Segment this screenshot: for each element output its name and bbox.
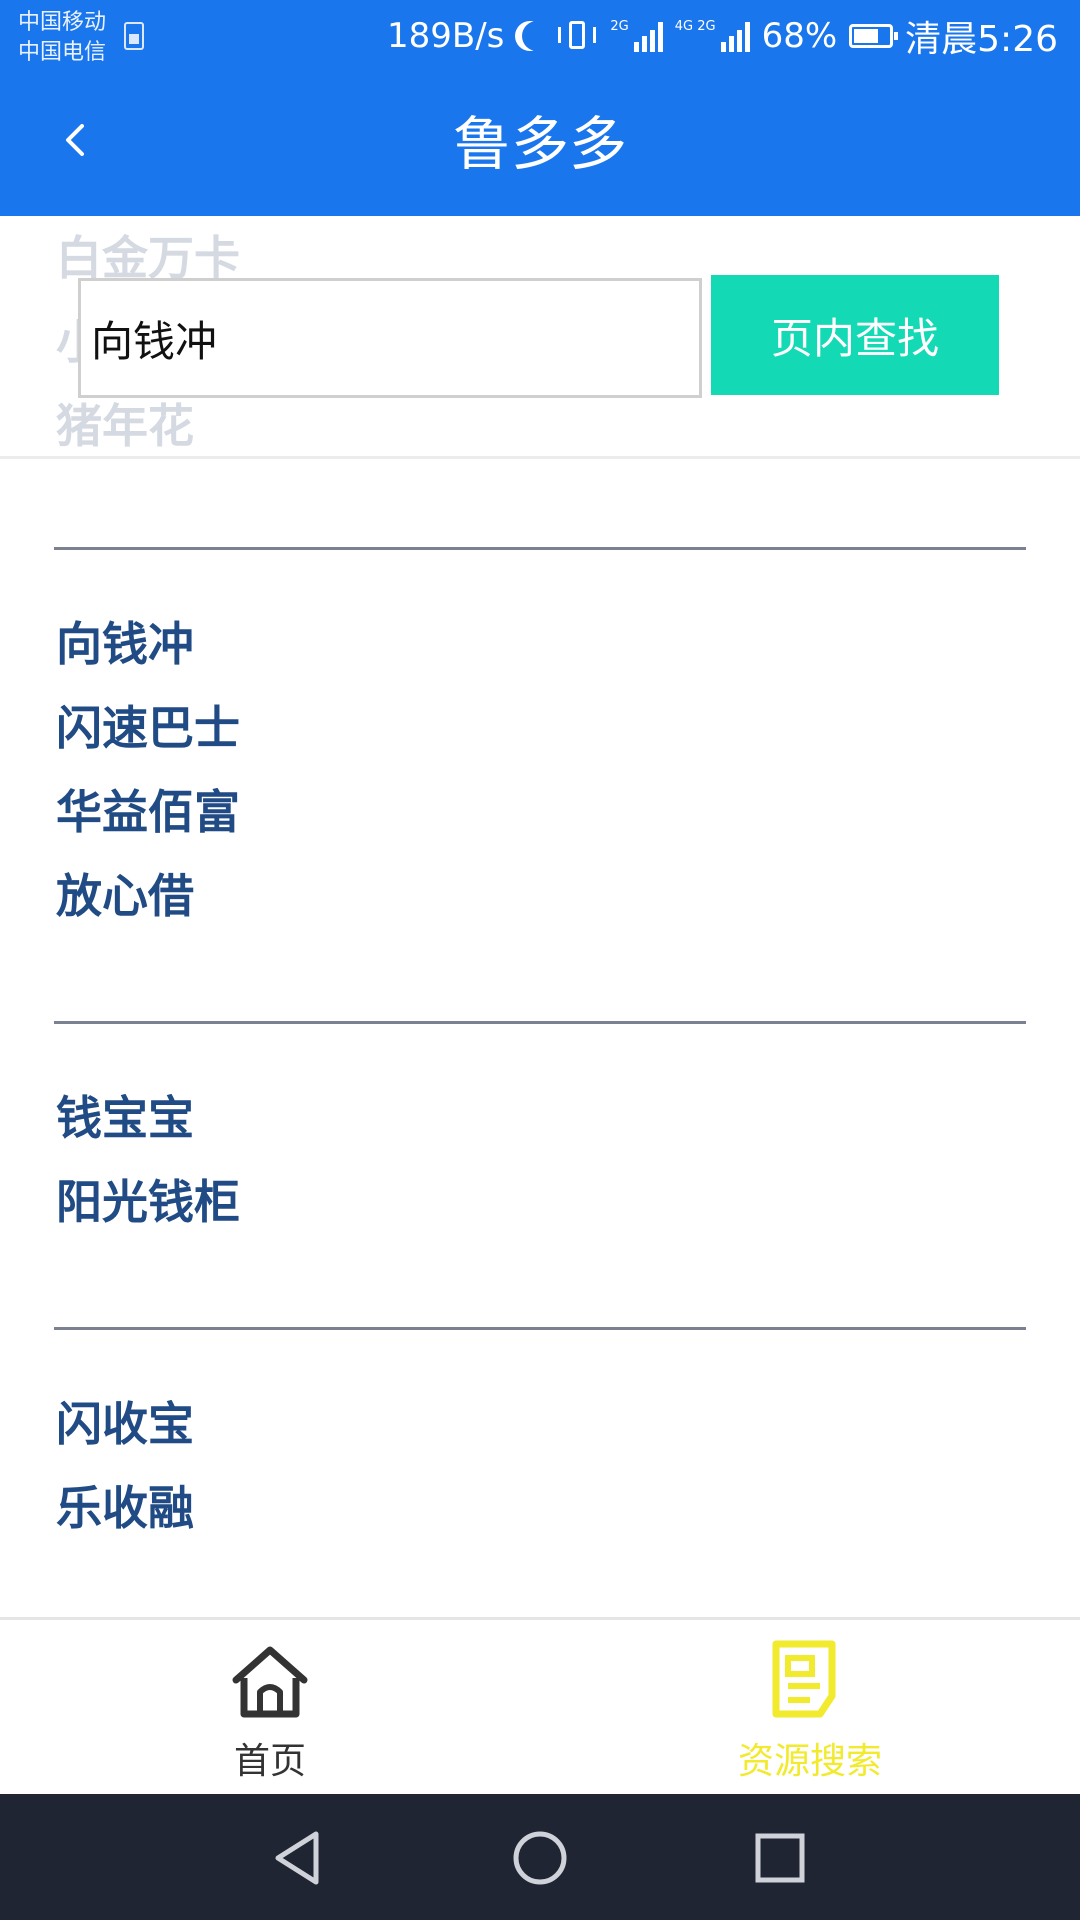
list-item[interactable]: 乐收融 bbox=[56, 1466, 194, 1550]
document-icon bbox=[772, 1640, 836, 1718]
list-item[interactable]: 放心借 bbox=[56, 854, 240, 938]
carrier-1: 中国移动 bbox=[18, 10, 107, 35]
signal-2-label: 4G 2G bbox=[674, 19, 716, 34]
group-divider bbox=[54, 1327, 1026, 1330]
battery-percent: 68% bbox=[761, 16, 838, 56]
search-separator bbox=[0, 456, 1080, 459]
group-divider bbox=[54, 1021, 1026, 1024]
platform-group: 向钱冲 闪速巴士 华益佰富 放心借 bbox=[56, 602, 240, 938]
list-item[interactable]: 钱宝宝 bbox=[56, 1076, 240, 1160]
carrier-2: 中国电信 bbox=[18, 40, 107, 65]
list-item[interactable]: 向钱冲 bbox=[56, 602, 240, 686]
sim-card-icon bbox=[124, 22, 144, 50]
back-triangle-icon[interactable] bbox=[268, 1828, 328, 1888]
find-in-page-button[interactable]: 页内查找 bbox=[711, 275, 999, 395]
group-divider bbox=[54, 547, 1026, 550]
list-item[interactable]: 华益佰富 bbox=[56, 770, 240, 854]
signal-1-icon: 2G bbox=[610, 19, 663, 52]
home-icon bbox=[232, 1646, 308, 1718]
bottom-nav-border bbox=[0, 1617, 1080, 1620]
nav-home[interactable]: 首页 bbox=[140, 1640, 400, 1782]
nav-resource-search[interactable]: 资源搜索 bbox=[680, 1640, 940, 1782]
list-item[interactable]: 阳光钱柜 bbox=[56, 1160, 240, 1244]
carrier-info: 中国移动 中国电信 bbox=[18, 8, 106, 68]
battery-icon bbox=[849, 24, 899, 48]
platform-group: 闪收宝 乐收融 bbox=[56, 1382, 194, 1550]
search-input[interactable] bbox=[78, 278, 702, 398]
system-nav-bar bbox=[0, 1794, 1080, 1920]
status-bar: 中国移动 中国电信 189B/s 2G 4G 2G 68% 清晨5:26 bbox=[0, 0, 1080, 72]
status-indicators: 189B/s 2G 4G 2G 68% 清晨5:26 bbox=[387, 14, 1058, 60]
recents-square-icon[interactable] bbox=[750, 1828, 810, 1888]
signal-2-icon: 4G 2G bbox=[675, 20, 750, 52]
vibrate-icon bbox=[558, 19, 598, 53]
app-header: 鲁多多 bbox=[0, 72, 1080, 216]
list-item[interactable]: 闪速巴士 bbox=[56, 686, 240, 770]
nav-home-label: 首页 bbox=[233, 1741, 306, 1782]
home-circle-icon[interactable] bbox=[510, 1828, 570, 1888]
platform-group: 钱宝宝 阳光钱柜 bbox=[56, 1076, 240, 1244]
nav-resource-search-label: 资源搜索 bbox=[737, 1741, 882, 1782]
network-speed: 189B/s bbox=[387, 16, 505, 56]
do-not-disturb-moon-icon bbox=[522, 21, 552, 51]
list-item[interactable]: 闪收宝 bbox=[56, 1382, 194, 1466]
clock: 清晨5:26 bbox=[905, 19, 1058, 60]
signal-1-label: 2G bbox=[610, 19, 629, 34]
page-title: 鲁多多 bbox=[452, 110, 627, 178]
